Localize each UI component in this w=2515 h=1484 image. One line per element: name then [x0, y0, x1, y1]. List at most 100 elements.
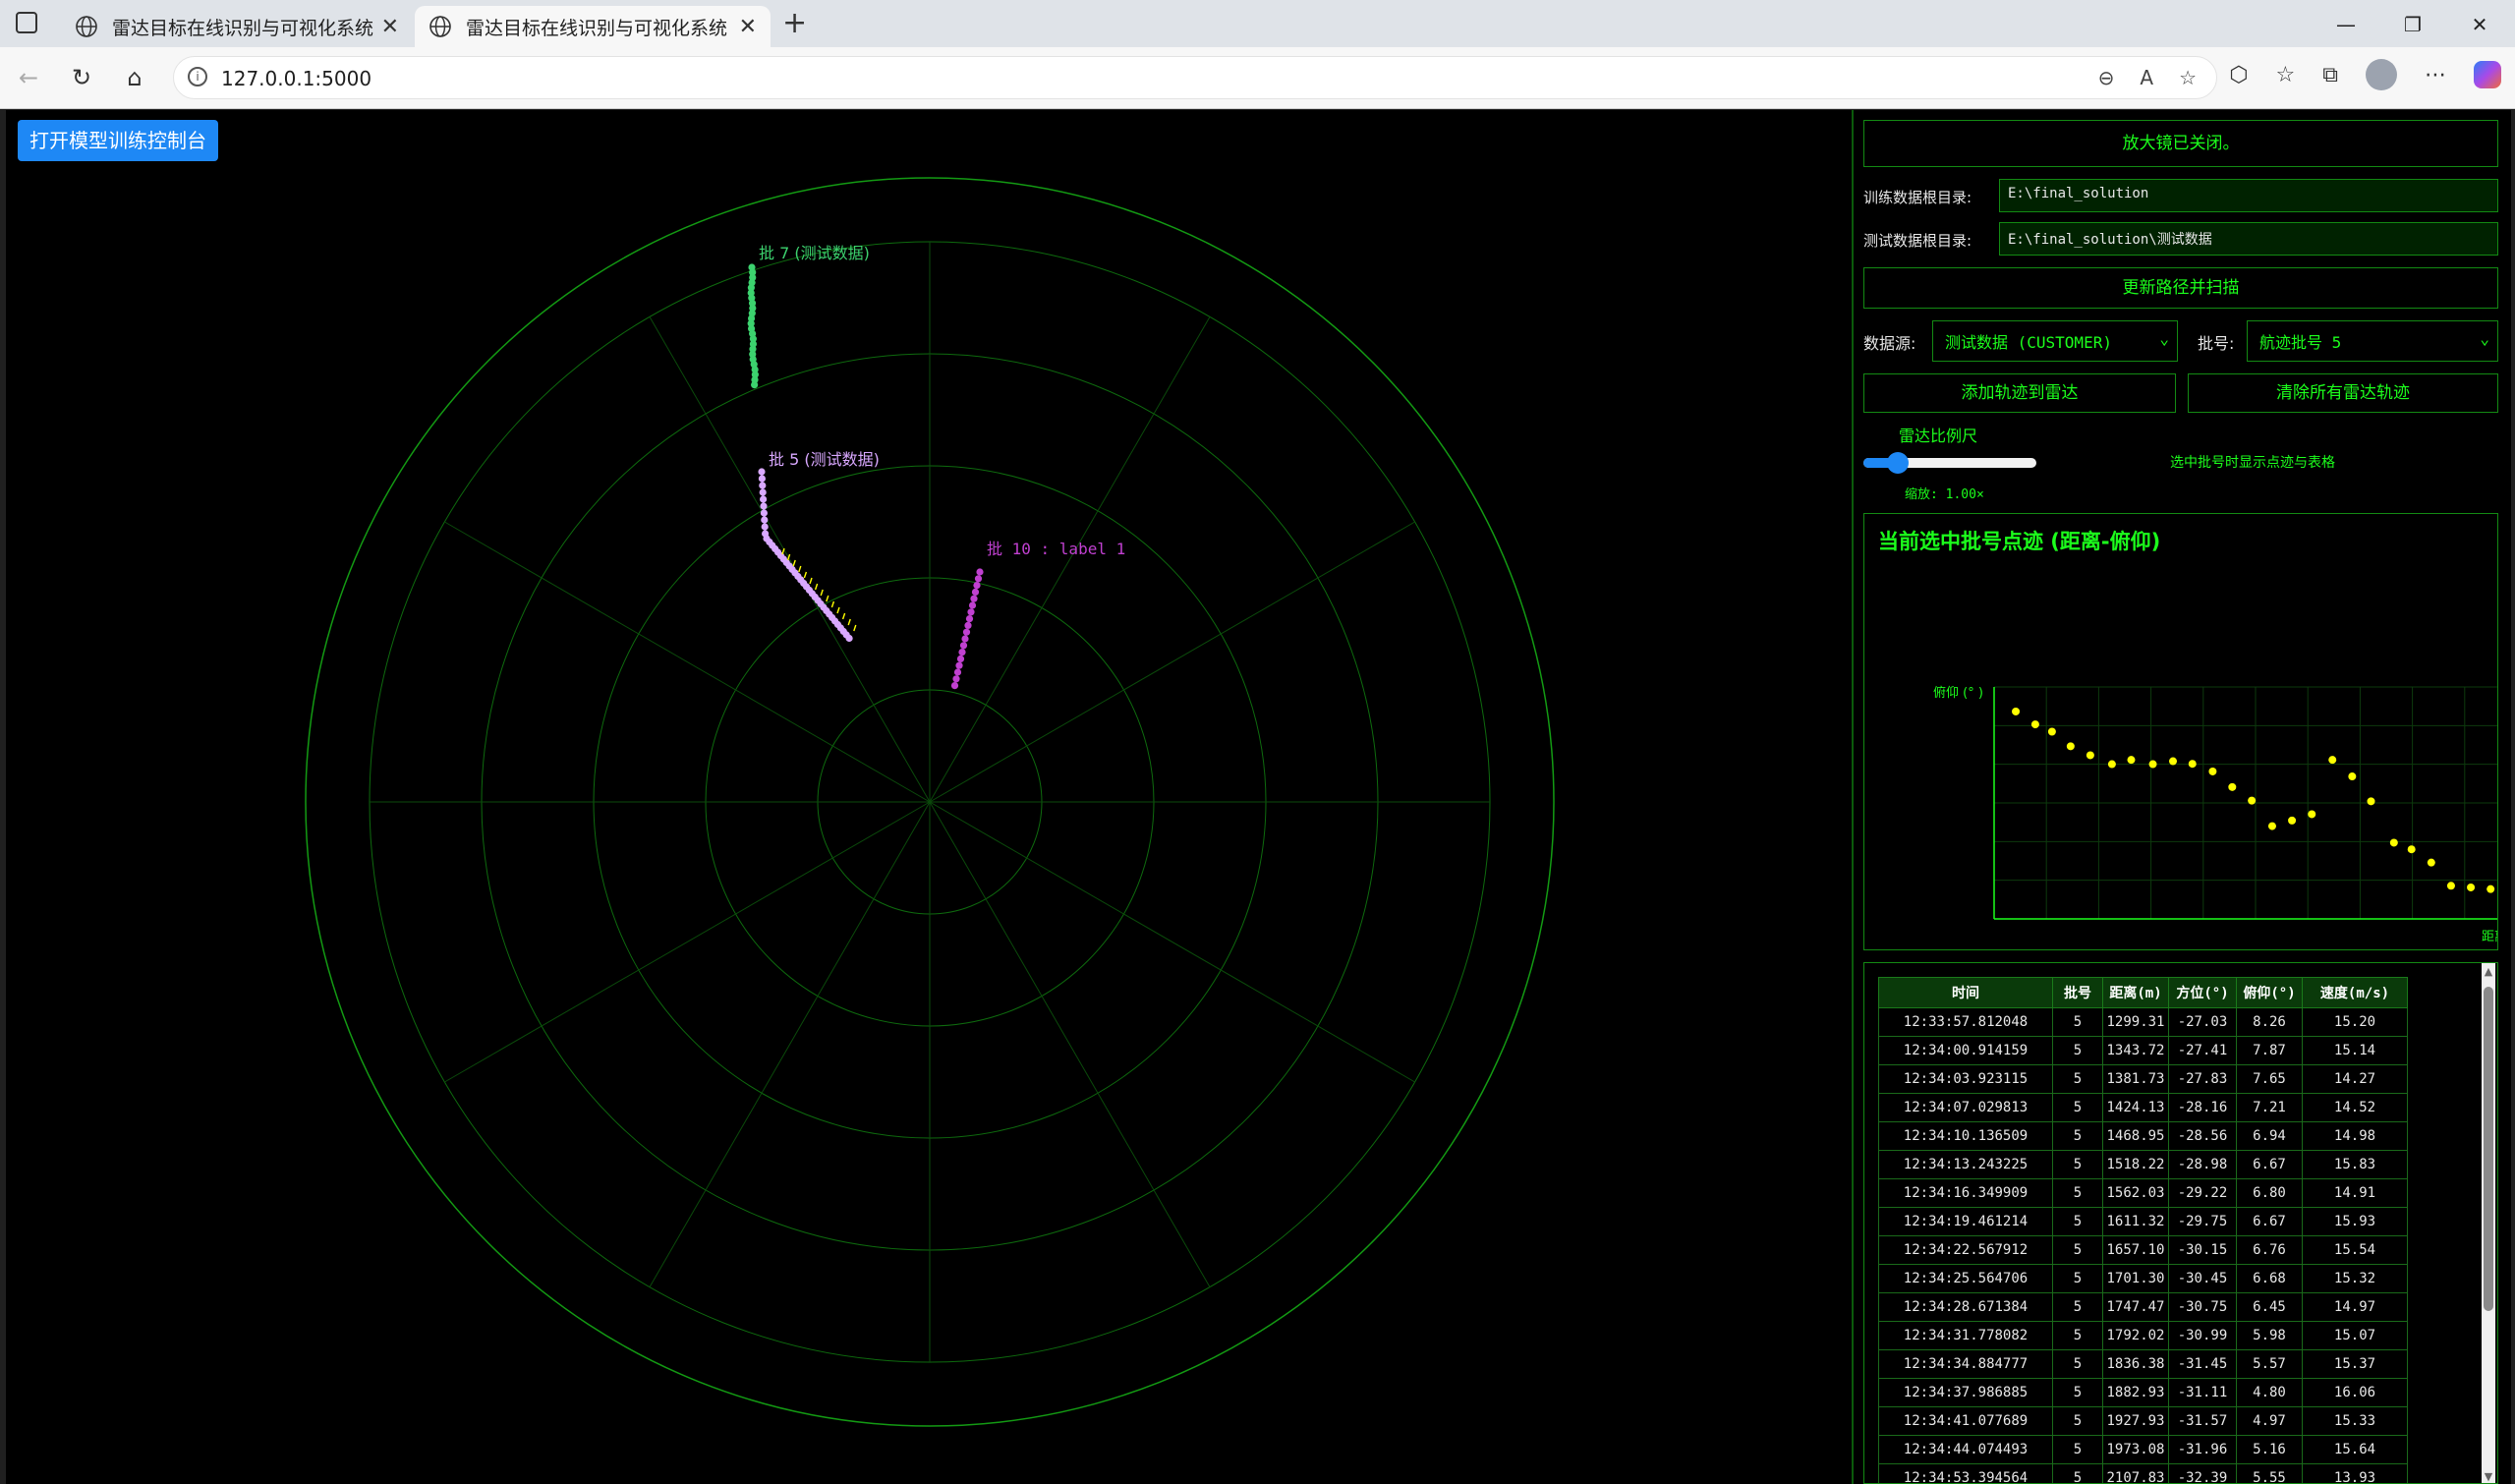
- chart-point: [2348, 772, 2357, 781]
- table-row[interactable]: 12:34:28.671384 5 1747.47 -30.75 6.45 14.97: [1878, 1292, 2408, 1322]
- tab-actions-icon[interactable]: [16, 12, 37, 33]
- track-point: [760, 495, 768, 503]
- scale-slider[interactable]: [1863, 452, 2036, 474]
- update-path-button[interactable]: 更新路径并扫描: [1863, 267, 2498, 309]
- table-row[interactable]: 12:34:41.077689 5 1927.93 -31.57 4.97 15.33: [1878, 1406, 2408, 1436]
- table-cell: 1836.38: [2102, 1349, 2169, 1379]
- tab-1[interactable]: 雷达目标在线识别与可视化系统 ✕: [61, 6, 413, 47]
- table-cell: 12:34:31.778082: [1878, 1321, 2053, 1350]
- globe-icon: [76, 16, 97, 37]
- favorites-icon[interactable]: ☆: [2276, 63, 2296, 87]
- collections-icon[interactable]: ⧉: [2322, 63, 2338, 87]
- test-dir-input[interactable]: E:\final_solution\测试数据: [1999, 222, 2498, 256]
- track-heading-tick: [853, 624, 857, 632]
- add-track-button[interactable]: 添加轨迹到雷达: [1863, 373, 2176, 413]
- track-table: 时间 批号 距离(m) 方位(°) 俯仰(°) 速度(m/s) 12:33:57…: [1878, 977, 2408, 1483]
- zoom-out-icon[interactable]: ⊖: [2098, 66, 2115, 89]
- close-window-button[interactable]: ✕: [2457, 10, 2502, 39]
- table-cell: 15.54: [2302, 1235, 2408, 1265]
- more-icon[interactable]: ⋯: [2425, 63, 2446, 87]
- tab-2[interactable]: 雷达目标在线识别与可视化系统 ✕: [415, 6, 771, 47]
- table-cell: 1927.93: [2102, 1406, 2169, 1436]
- table-cell: 1299.31: [2102, 1007, 2169, 1037]
- table-row[interactable]: 12:33:57.812048 5 1299.31 -27.03 8.26 15.20: [1878, 1007, 2408, 1037]
- scale-slider-handle[interactable]: [1887, 452, 1910, 474]
- table-cell: 12:34:37.986885: [1878, 1378, 2053, 1407]
- batch-select[interactable]: 航迹批号 5 ⌄: [2247, 320, 2498, 362]
- table-row[interactable]: 12:34:44.074493 5 1973.08 -31.96 5.16 15.64: [1878, 1435, 2408, 1464]
- extensions-icon[interactable]: ⬡: [2229, 63, 2248, 87]
- table-cell: 1747.47: [2102, 1292, 2169, 1322]
- table-row[interactable]: 12:34:00.914159 5 1343.72 -27.41 7.87 15.14: [1878, 1036, 2408, 1065]
- close-icon[interactable]: ✕: [381, 15, 399, 39]
- table-cell: -28.98: [2168, 1150, 2237, 1179]
- track-point: [976, 568, 984, 576]
- table-row[interactable]: 12:34:13.243225 5 1518.22 -28.98 6.67 15.83: [1878, 1150, 2408, 1179]
- data-source-select[interactable]: 测试数据 (CUSTOMER) ⌄: [1932, 320, 2178, 362]
- copilot-icon[interactable]: [2474, 61, 2501, 88]
- info-icon[interactable]: i: [188, 67, 207, 86]
- radar-spoke: [929, 801, 1415, 1083]
- track-heading-tick: [803, 571, 808, 579]
- chart-point: [2012, 707, 2021, 715]
- radar-display[interactable]: 批 7 (测试数据) 批 5 (测试数据) 批 10 : label 1: [6, 110, 1852, 1484]
- table-row[interactable]: 12:34:53.394564 5 2107.83 -32.39 5.55 13.93: [1878, 1463, 2408, 1483]
- table-row[interactable]: 12:34:22.567912 5 1657.10 -30.15 6.76 15.54: [1878, 1235, 2408, 1265]
- avatar[interactable]: [2366, 59, 2397, 90]
- scrollbar-thumb[interactable]: [2484, 987, 2493, 1311]
- table-cell: 5: [2052, 1150, 2103, 1179]
- train-dir-label: 训练数据根目录:: [1863, 189, 1972, 206]
- table-cell: 15.32: [2302, 1264, 2408, 1293]
- table-row[interactable]: 12:34:16.349909 5 1562.03 -29.22 6.80 14.91: [1878, 1178, 2408, 1208]
- table-row[interactable]: 12:34:37.986885 5 1882.93 -31.11 4.80 16.06: [1878, 1378, 2408, 1407]
- minimize-button[interactable]: —: [2323, 10, 2369, 39]
- table-row[interactable]: 12:34:34.884777 5 1836.38 -31.45 5.57 15.37: [1878, 1349, 2408, 1379]
- track-heading-tick: [798, 565, 802, 573]
- read-aloud-icon[interactable]: A: [2140, 66, 2153, 89]
- table-row[interactable]: 12:34:31.778082 5 1792.02 -30.99 5.98 15.07: [1878, 1321, 2408, 1350]
- table-cell: 12:33:57.812048: [1878, 1007, 2053, 1037]
- clear-tracks-button[interactable]: 清除所有雷达轨迹: [2188, 373, 2498, 413]
- table-row[interactable]: 12:34:25.564706 5 1701.30 -30.45 6.68 15.32: [1878, 1264, 2408, 1293]
- radar-spoke: [649, 801, 931, 1287]
- url-field[interactable]: i 127.0.0.1:5000 ⊖ A ☆: [173, 56, 2217, 99]
- track-point: [761, 523, 769, 531]
- home-icon[interactable]: ⌂: [118, 61, 151, 94]
- table-cell: 13.93: [2302, 1463, 2408, 1483]
- table-cell: 5: [2052, 1264, 2103, 1293]
- favorite-star-icon[interactable]: ☆: [2179, 66, 2197, 89]
- chart-point: [2367, 797, 2375, 806]
- chart-point: [2168, 757, 2177, 766]
- table-scrollbar[interactable]: ▲ ▼: [2482, 963, 2495, 1483]
- scroll-up-icon[interactable]: ▲: [2482, 965, 2495, 978]
- track-point: [968, 601, 977, 609]
- table-row[interactable]: 12:34:19.461214 5 1611.32 -29.75 6.67 15.93: [1878, 1207, 2408, 1236]
- table-row[interactable]: 12:34:10.136509 5 1468.95 -28.56 6.94 14.98: [1878, 1121, 2408, 1151]
- table-cell: 5: [2052, 1178, 2103, 1208]
- restore-button[interactable]: ❐: [2390, 10, 2435, 39]
- table-cell: 4.97: [2236, 1406, 2303, 1436]
- chart-point: [2127, 756, 2136, 765]
- table-cell: 12:34:07.029813: [1878, 1093, 2053, 1122]
- train-dir-input[interactable]: E:\final_solution: [1999, 179, 2498, 212]
- table-row[interactable]: 12:34:07.029813 5 1424.13 -28.16 7.21 14.52: [1878, 1093, 2408, 1122]
- table-row[interactable]: 12:34:03.923115 5 1381.73 -27.83 7.65 14.27: [1878, 1064, 2408, 1094]
- close-icon[interactable]: ✕: [739, 15, 757, 39]
- table-cell: 14.97: [2302, 1292, 2408, 1322]
- table-cell: 7.65: [2236, 1064, 2303, 1094]
- track-heading-tick: [820, 589, 824, 597]
- track-point: [964, 621, 972, 630]
- back-icon[interactable]: ←: [12, 61, 45, 94]
- chart-point: [2030, 720, 2039, 729]
- table-cell: 5: [2052, 1036, 2103, 1065]
- reload-icon[interactable]: ↻: [65, 61, 98, 94]
- table-cell: 5: [2052, 1378, 2103, 1407]
- table-cell: 5: [2052, 1093, 2103, 1122]
- globe-icon: [429, 16, 451, 37]
- table-cell: 15.14: [2302, 1036, 2408, 1065]
- zoom-readout: 缩放: 1.00×: [1905, 487, 1984, 502]
- open-training-console-button[interactable]: 打开模型训练控制台: [18, 120, 218, 161]
- scroll-down-icon[interactable]: ▼: [2482, 1470, 2495, 1483]
- new-tab-button[interactable]: +: [782, 6, 807, 40]
- table-cell: -29.22: [2168, 1178, 2237, 1208]
